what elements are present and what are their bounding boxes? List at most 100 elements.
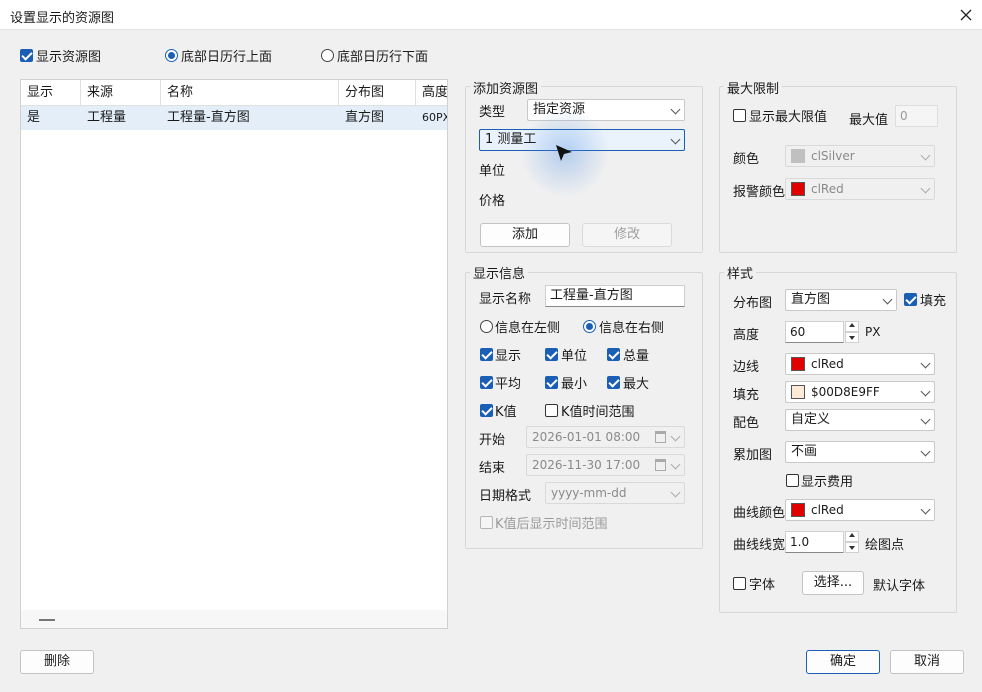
height-label: 高度	[733, 328, 760, 343]
curve-color-label: 曲线颜色	[733, 506, 786, 521]
resource-chart-table[interactable]: 显示 来源 名称 分布图 高度 是 工程量 工程量-直方图 直方图 60PX	[20, 79, 448, 629]
chevron-down-icon	[920, 386, 931, 397]
end-datetime-picker[interactable]: 2026-11-30 17:00	[526, 454, 685, 476]
delete-button[interactable]: 删除	[20, 650, 94, 674]
radio-above-calendar[interactable]	[165, 49, 178, 62]
cell-show: 是	[27, 110, 41, 125]
column-header-name[interactable]: 名称	[161, 80, 339, 106]
start-datetime-picker[interactable]: 2026-01-01 08:00	[526, 426, 685, 448]
max-limit-group-title: 最大限制	[724, 78, 783, 97]
unit-checkbox[interactable]	[545, 348, 558, 361]
radio-below-calendar[interactable]	[321, 49, 334, 62]
type-label: 类型	[479, 105, 506, 120]
alarm-color-select[interactable]: clRed	[785, 178, 935, 200]
curve-width-label: 曲线线宽	[733, 538, 786, 553]
info-left-radio[interactable]	[480, 320, 493, 333]
font-checkbox[interactable]	[733, 577, 746, 590]
height-input[interactable]: 60	[785, 321, 844, 343]
show-max-checkbox[interactable]	[733, 109, 746, 122]
fill-checkbox[interactable]	[904, 293, 917, 306]
spin-down-icon[interactable]	[845, 332, 859, 343]
end-label: 结束	[479, 461, 506, 476]
column-header-distribution[interactable]: 分布图	[339, 80, 416, 106]
chevron-down-icon	[670, 487, 681, 498]
chevron-down-icon	[920, 183, 931, 194]
show-cost-checkbox[interactable]	[786, 474, 799, 487]
mouse-cursor-icon	[556, 145, 572, 161]
curve-width-input[interactable]: 1.0	[785, 531, 844, 553]
horizontal-scrollbar[interactable]	[21, 610, 447, 628]
spin-up-icon[interactable]	[845, 531, 859, 542]
distribution-select[interactable]: 直方图	[785, 289, 897, 311]
font-checkbox-label: 字体	[749, 578, 776, 593]
fill-color-swatch	[791, 385, 805, 399]
close-button[interactable]	[950, 0, 982, 30]
fill-checkbox-label: 填充	[920, 294, 947, 309]
curve-color-select[interactable]: clRed	[785, 499, 935, 521]
scheme-select-value: 自定义	[791, 412, 831, 427]
k-after-time-range-checkbox[interactable]	[480, 516, 493, 529]
cumulative-select-value: 不画	[791, 444, 818, 459]
start-label: 开始	[479, 433, 506, 448]
cancel-button[interactable]: 取消	[890, 650, 964, 674]
ok-button[interactable]: 确定	[806, 650, 880, 674]
modify-button[interactable]: 修改	[582, 223, 672, 247]
info-right-label: 信息在右侧	[599, 321, 665, 336]
fill-color-select[interactable]: $00D8E9FF	[785, 381, 935, 403]
radio-above-calendar-label: 底部日历行上面	[181, 50, 273, 65]
date-format-select[interactable]: yyyy-mm-dd	[545, 482, 685, 504]
curve-width-spinner[interactable]	[845, 531, 859, 553]
k-time-range-checkbox[interactable]	[545, 404, 558, 417]
total-checkbox-label: 总量	[623, 349, 650, 364]
info-right-radio[interactable]	[583, 320, 596, 333]
height-spinner[interactable]	[845, 321, 859, 343]
chevron-down-icon	[670, 459, 681, 470]
calendar-icon	[655, 431, 666, 443]
min-checkbox[interactable]	[545, 376, 558, 389]
show-checkbox-label: 显示	[495, 349, 522, 364]
average-checkbox[interactable]	[480, 376, 493, 389]
display-name-input[interactable]: 工程量-直方图	[545, 285, 685, 307]
radio-below-calendar-label: 底部日历行下面	[337, 50, 429, 65]
choose-font-button[interactable]: 选择...	[802, 571, 864, 595]
cell-source: 工程量	[87, 110, 127, 125]
scheme-label: 配色	[733, 416, 760, 431]
unit-checkbox-label: 单位	[561, 349, 588, 364]
color-select-value: clSilver	[811, 149, 855, 163]
display-info-group-title: 显示信息	[470, 263, 529, 282]
add-resource-group-title: 添加资源图	[470, 78, 542, 97]
color-select[interactable]: clSilver	[785, 145, 935, 167]
k-value-checkbox-label: K值	[495, 405, 517, 420]
title-bar: 设置显示的资源图	[0, 0, 982, 30]
border-color-select[interactable]: clRed	[785, 353, 935, 375]
max-value-input[interactable]: 0	[895, 105, 938, 127]
spin-down-icon[interactable]	[845, 542, 859, 553]
show-resource-chart-checkbox[interactable]	[20, 49, 33, 62]
scrollbar-thumb[interactable]	[39, 619, 55, 621]
fill-color-value: $00D8E9FF	[811, 385, 880, 399]
calendar-icon	[655, 459, 666, 471]
window-title: 设置显示的资源图	[10, 11, 115, 26]
cell-height: 60PX	[422, 111, 448, 124]
k-after-time-range-label: K值后显示时间范围	[495, 517, 608, 532]
date-format-label: 日期格式	[479, 489, 532, 504]
column-header-show[interactable]: 显示	[21, 80, 81, 106]
total-checkbox[interactable]	[607, 348, 620, 361]
spin-up-icon[interactable]	[845, 321, 859, 332]
max-checkbox[interactable]	[607, 376, 620, 389]
show-cost-label: 显示费用	[801, 475, 854, 490]
table-row[interactable]: 是 工程量 工程量-直方图 直方图 60PX	[21, 106, 448, 130]
k-value-checkbox[interactable]	[480, 404, 493, 417]
default-font-label: 默认字体	[873, 579, 926, 594]
column-header-source[interactable]: 来源	[81, 80, 161, 106]
scheme-select[interactable]: 自定义	[785, 409, 935, 431]
border-color-value: clRed	[811, 357, 844, 371]
border-color-swatch	[791, 357, 805, 371]
close-icon	[960, 9, 972, 21]
cell-distribution: 直方图	[345, 110, 385, 125]
add-button[interactable]: 添加	[480, 223, 570, 247]
max-checkbox-label: 最大	[623, 377, 650, 392]
cumulative-select[interactable]: 不画	[785, 441, 935, 463]
show-checkbox[interactable]	[480, 348, 493, 361]
column-header-height[interactable]: 高度	[416, 80, 447, 106]
